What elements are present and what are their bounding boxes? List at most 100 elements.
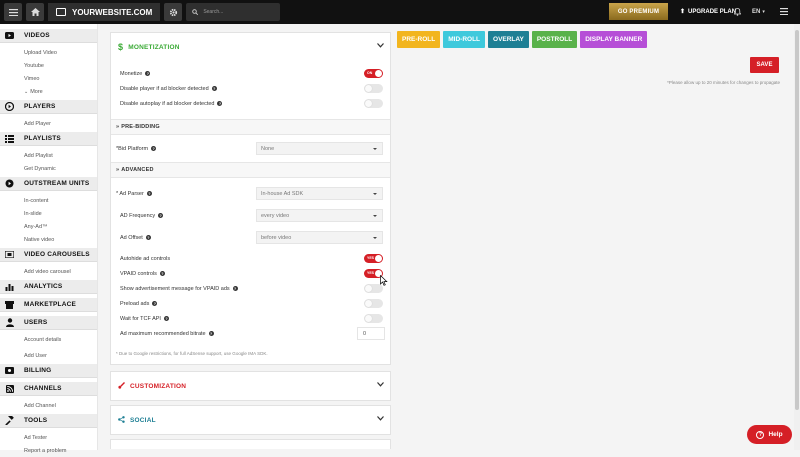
monetize-toggle[interactable]: ON xyxy=(364,69,383,78)
help-icon: ? xyxy=(163,316,169,321)
sidebar-item-add-user[interactable]: Add User xyxy=(0,349,97,362)
menu-icon[interactable] xyxy=(780,3,788,20)
chevron-down-icon xyxy=(377,416,384,421)
sidebar-item-add-channel[interactable]: Add Channel xyxy=(0,399,97,412)
help-icon: ? xyxy=(151,146,157,151)
bid-platform-select[interactable]: None xyxy=(256,142,383,155)
ad-frequency-label: AD Frequency xyxy=(120,212,156,219)
billing-icon xyxy=(5,366,14,375)
sidebar-section-label: CHANNELS xyxy=(24,385,62,392)
social-header[interactable]: SOCIAL xyxy=(111,406,390,434)
toggle-state-text: ON xyxy=(367,71,373,75)
language-selector[interactable]: EN ▾ xyxy=(752,3,765,20)
sidebar-section-players[interactable]: PLAYERS xyxy=(0,100,97,114)
upgrade-plan-button[interactable]: ⬆ UPGRADE PLAN xyxy=(680,3,736,20)
bitrate-row: Ad maximum recommended bitrate? 0 xyxy=(111,326,390,341)
sidebar-item-vimeo[interactable]: Vimeo xyxy=(0,72,97,85)
autohide-toggle[interactable]: YES xyxy=(364,254,383,263)
sidebar-section-outstream[interactable]: OUTSTREAM UNITS xyxy=(0,177,97,191)
monetization-header[interactable]: $ MONETIZATION xyxy=(111,33,390,61)
gear-icon[interactable] xyxy=(164,3,183,21)
sidebar-section-channels[interactable]: CHANNELS xyxy=(0,382,97,396)
site-selector[interactable]: YOURWEBSITE.COM xyxy=(48,3,161,21)
search-input[interactable]: Search... xyxy=(186,3,281,21)
ad-offset-select[interactable]: before video xyxy=(256,231,383,244)
tab-mid-roll[interactable]: MID-ROLL xyxy=(443,31,486,48)
sidebar-toggle-icon[interactable] xyxy=(4,3,22,21)
tab-overlay[interactable]: OVERLAY xyxy=(488,31,529,48)
ad-offset-row: Ad Offset? before video xyxy=(111,230,390,245)
sidebar-item-native-video[interactable]: Native video xyxy=(0,233,97,246)
sidebar-section-playlists[interactable]: PLAYLISTS xyxy=(0,132,97,146)
home-icon[interactable] xyxy=(26,3,44,21)
bell-icon[interactable] xyxy=(734,3,741,20)
help-icon: ? xyxy=(152,301,158,306)
rss-icon xyxy=(5,384,14,393)
sidebar-item-get-dynamic[interactable]: Get Dynamic xyxy=(0,162,97,175)
social-panel: SOCIAL xyxy=(110,405,391,435)
search-placeholder: Search... xyxy=(203,9,224,15)
preload-label: Preload ads xyxy=(120,300,150,307)
sidebar-item-add-video-carousel[interactable]: Add video carousel xyxy=(0,265,97,278)
sidebar-item-ad-tester[interactable]: Ad Tester xyxy=(0,431,97,444)
sidebar-section-analytics[interactable]: ANALYTICS xyxy=(0,280,97,294)
help-button[interactable]: ? Help xyxy=(747,425,792,444)
wait-tcf-toggle[interactable] xyxy=(364,314,383,323)
sidebar-item-upload-video[interactable]: Upload Video xyxy=(0,46,97,59)
go-premium-button[interactable]: GO PREMIUM xyxy=(609,3,668,20)
sidebar-section-users[interactable]: USERS xyxy=(0,316,97,330)
bitrate-input[interactable]: 0 xyxy=(357,327,385,340)
help-icon: ? xyxy=(145,71,151,76)
sidebar-section-tools[interactable]: TOOLS xyxy=(0,414,97,428)
ad-type-tabs: PRE-ROLL MID-ROLL OVERLAY POSTROLL DISPL… xyxy=(397,31,650,48)
scrollbar-thumb[interactable] xyxy=(795,30,799,410)
outstream-icon xyxy=(5,179,14,188)
sidebar-section-videos[interactable]: VIDEOS xyxy=(0,29,97,43)
chevron-down-icon xyxy=(377,382,384,387)
autohide-row: Autohide ad controls YES xyxy=(111,251,390,266)
tab-pre-roll[interactable]: PRE-ROLL xyxy=(397,31,441,48)
sidebar-item-account-details[interactable]: Account details xyxy=(0,333,97,346)
sidebar-section-carousels[interactable]: VIDEO CAROUSELS xyxy=(0,248,97,262)
advanced-header: » ADVANCED xyxy=(111,162,390,178)
sidebar-item-label: More xyxy=(30,88,43,95)
disable-autoplay-toggle[interactable] xyxy=(364,99,383,108)
sidebar-section-billing[interactable]: BILLING xyxy=(0,364,97,378)
ad-parser-select[interactable]: In-house Ad SDK xyxy=(256,187,383,200)
sidebar-item-youtube[interactable]: Youtube xyxy=(0,59,97,72)
sidebar-item-add-player[interactable]: Add Player xyxy=(0,117,97,130)
sidebar-item-report-problem[interactable]: Report a problem xyxy=(0,444,97,457)
monetize-row: Monetize? ON xyxy=(111,66,390,81)
ad-frequency-row: AD Frequency? every video xyxy=(111,208,390,223)
chevron-down-icon: ⌄ xyxy=(24,88,29,95)
advanced-title: ADVANCED xyxy=(121,167,154,173)
sidebar-section-marketplace[interactable]: MARKETPLACE xyxy=(0,298,97,312)
help-icon: ? xyxy=(159,271,165,276)
sidebar-item-more[interactable]: ⌄ More xyxy=(0,85,97,98)
monetization-panel: $ MONETIZATION Monetize? ON Disable play… xyxy=(110,32,391,365)
sidebar-item-add-playlist[interactable]: Add Playlist xyxy=(0,149,97,162)
ad-frequency-select[interactable]: every video xyxy=(256,209,383,222)
main-content: $ MONETIZATION Monetize? ON Disable play… xyxy=(110,32,391,449)
disable-adblock-toggle[interactable] xyxy=(364,84,383,93)
sidebar-item-in-slide[interactable]: In-slide xyxy=(0,207,97,220)
tab-display-banner[interactable]: DISPLAY BANNER xyxy=(580,31,648,48)
sidebar-section-label: ANALYTICS xyxy=(24,283,63,290)
search-icon xyxy=(192,9,199,15)
sidebar-item-any-ad[interactable]: Any-Ad™ xyxy=(0,220,97,233)
autohide-label: Autohide ad controls xyxy=(120,255,171,262)
ad-parser-row: * Ad Parser? In-house Ad SDK xyxy=(111,186,390,201)
vpaid-row: VPAID controls? YES xyxy=(111,266,390,281)
help-label: Help xyxy=(768,431,783,438)
help-icon: ? xyxy=(211,86,217,91)
paint-brush-icon xyxy=(118,381,125,391)
sidebar-item-in-content[interactable]: In-content xyxy=(0,194,97,207)
carousel-icon xyxy=(5,250,14,259)
sidebar-section-label: MARKETPLACE xyxy=(24,301,77,308)
tab-postroll[interactable]: POSTROLL xyxy=(531,31,578,48)
ad-parser-label: * Ad Parser xyxy=(116,190,144,197)
customization-header[interactable]: CUSTOMIZATION xyxy=(111,372,390,400)
save-button[interactable]: SAVE xyxy=(750,57,779,73)
preload-toggle[interactable] xyxy=(364,299,383,308)
customization-panel: CUSTOMIZATION xyxy=(110,371,391,401)
